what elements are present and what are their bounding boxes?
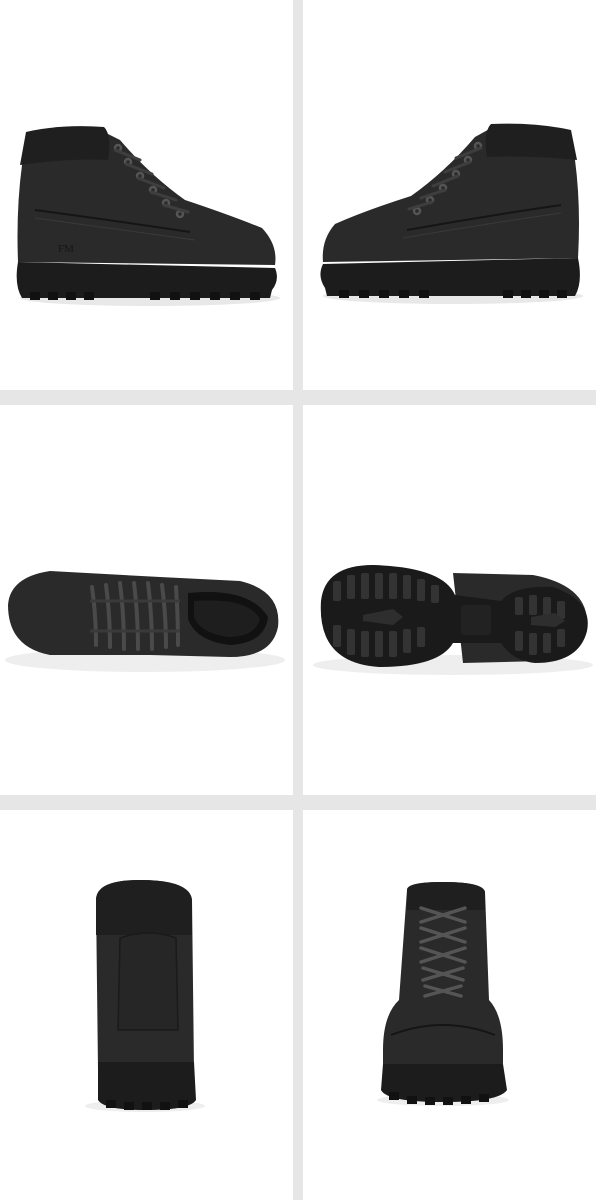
panel-sole[interactable] (303, 405, 596, 795)
panel-back[interactable] (0, 810, 293, 1200)
panel-side-left[interactable]: FM (0, 0, 293, 390)
boot-top-image (5, 571, 285, 672)
boot-side-right-image (320, 123, 583, 304)
boot-sole-image (313, 565, 593, 675)
panel-front[interactable] (303, 810, 596, 1200)
boot-front-image (377, 882, 509, 1106)
boot-back-image (85, 880, 205, 1112)
boot-side-left-image: FM (16, 126, 280, 306)
panel-top[interactable] (0, 405, 293, 795)
panel-side-right[interactable] (303, 0, 596, 390)
brand-logo: FM (58, 243, 74, 255)
product-image-gallery: FM (0, 0, 596, 1200)
